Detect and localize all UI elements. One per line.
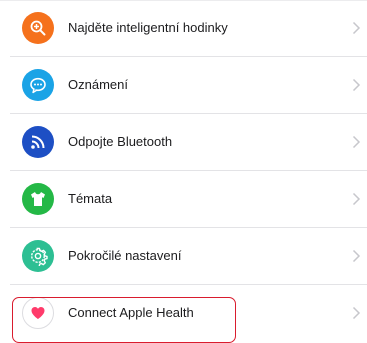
chevron-right-icon: [352, 135, 361, 149]
chevron-right-icon: [352, 192, 361, 206]
menu-item-label: Oznámení: [68, 77, 128, 92]
menu-item-themes[interactable]: Témata: [0, 171, 367, 228]
menu-item-label: Connect Apple Health: [68, 305, 194, 320]
magnifier-plus-icon: [22, 12, 54, 44]
menu-item-disconnect-bluetooth[interactable]: Odpojte Bluetooth: [0, 114, 367, 171]
menu-item-label: Témata: [68, 191, 113, 206]
menu-item-connect-apple-health[interactable]: Connect Apple Health: [0, 285, 367, 342]
menu-item-label: Najděte inteligentní hodinky: [68, 20, 228, 35]
menu-item-notifications[interactable]: Oznámení: [0, 57, 367, 114]
chevron-right-icon: [352, 78, 361, 92]
gear-icon: [22, 240, 54, 272]
chevron-right-icon: [352, 306, 361, 320]
settings-list: Najděte inteligentní hodinky Oznámení Od…: [0, 0, 367, 343]
chat-bubble-icon: [22, 69, 54, 101]
signal-waves-icon: [22, 126, 54, 158]
heart-icon: [22, 297, 54, 329]
menu-item-advanced-settings[interactable]: Pokročilé nastavení: [0, 228, 367, 285]
chevron-right-icon: [352, 249, 361, 263]
menu-item-find-watch[interactable]: Najděte inteligentní hodinky: [0, 0, 367, 57]
menu-item-label: Pokročilé nastavení: [68, 248, 182, 263]
chevron-right-icon: [352, 21, 361, 35]
menu-item-label: Odpojte Bluetooth: [68, 134, 173, 149]
tshirt-icon: [22, 183, 54, 215]
